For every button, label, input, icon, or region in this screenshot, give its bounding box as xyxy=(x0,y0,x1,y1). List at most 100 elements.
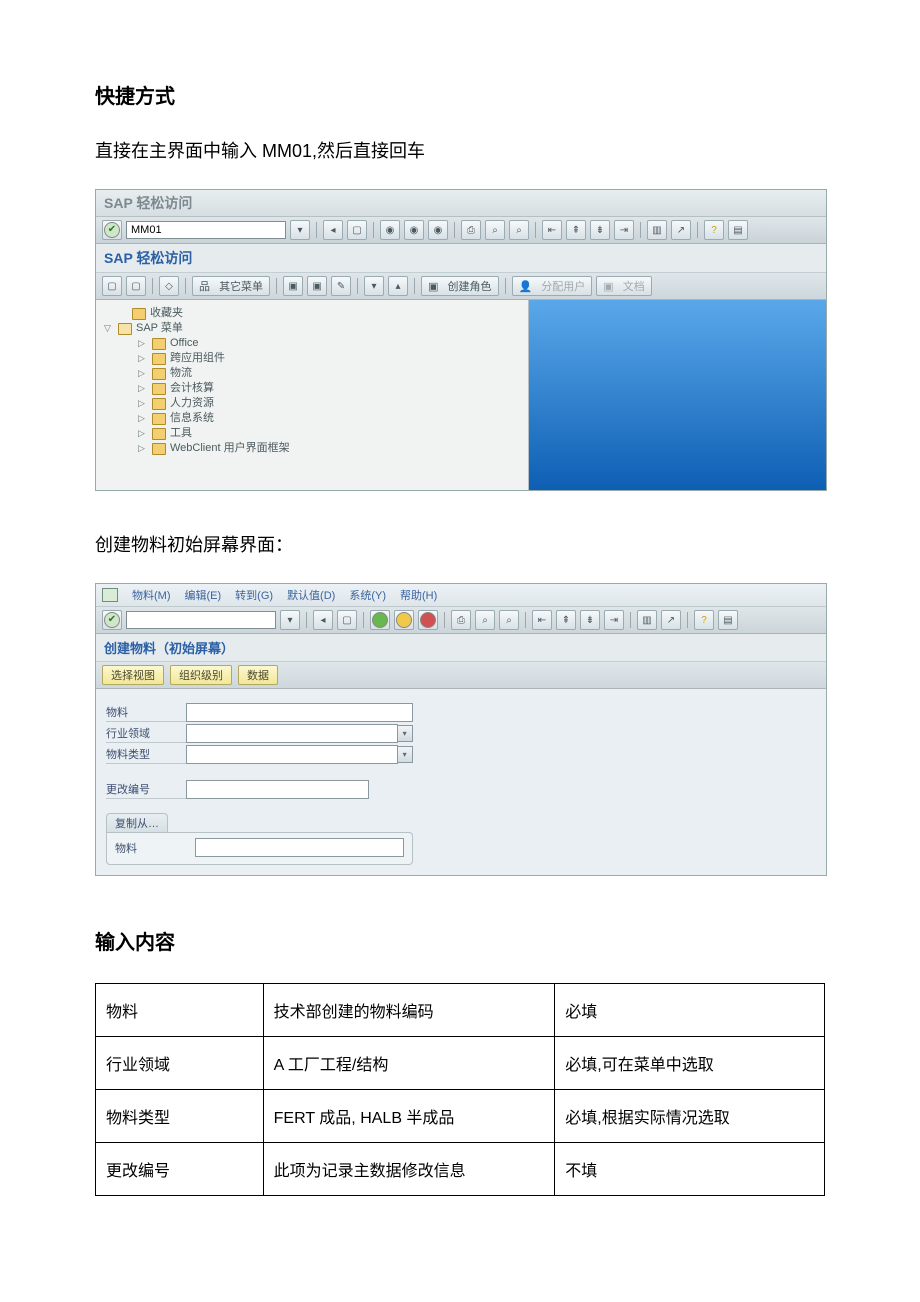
first-page-icon[interactable]: ⇤ xyxy=(542,220,562,240)
heading-shortcut: 快捷方式 xyxy=(95,80,825,109)
tree-label: 跨应用组件 xyxy=(170,351,225,366)
sap-easy-access-screenshot: SAP 轻松访问 ✔ ▾ ◂ ▢ ◉ ◉ ◉ ⎙ ⌕ ⌕ ⇤ ⇞ ⇟ ⇥ ▥ ↗… xyxy=(95,189,827,491)
menu-edit[interactable]: 编辑(E) xyxy=(185,587,222,603)
tree-item[interactable]: ▷工具 xyxy=(104,426,520,441)
menu-material[interactable]: 物料(M) xyxy=(132,587,171,603)
tree-item[interactable]: ▷Office xyxy=(104,336,520,351)
last-page-icon[interactable]: ⇥ xyxy=(614,220,634,240)
cell-value: FERT 成品, HALB 半成品 xyxy=(263,1090,555,1143)
dropdown-icon[interactable]: ▾ xyxy=(280,610,300,630)
workspace-background xyxy=(529,300,826,490)
system-menu-icon[interactable] xyxy=(102,588,118,602)
heading-create-material: 创建物料初始屏幕界面： xyxy=(95,531,825,557)
find-icon[interactable]: ⌕ xyxy=(475,610,495,630)
tb-up-icon[interactable]: ▴ xyxy=(388,276,408,296)
cancel-icon[interactable]: ◉ xyxy=(404,220,424,240)
tree-item[interactable]: ▷会计核算 xyxy=(104,381,520,396)
dropdown-icon[interactable]: ▾ xyxy=(290,220,310,240)
initial-form: 物料 行业领域 ▾ 物料类型 ▾ 更改编号 复制从… 物料 xyxy=(96,689,423,875)
menu-help[interactable]: 帮助(H) xyxy=(400,587,437,603)
layout-icon[interactable]: ▤ xyxy=(728,220,748,240)
find-next-icon[interactable]: ⌕ xyxy=(499,610,519,630)
cell-value: A 工厂工程/结构 xyxy=(263,1037,555,1090)
input-content-table: 物料 技术部创建的物料编码 必填 行业领域 A 工厂工程/结构 必填,可在菜单中… xyxy=(95,983,825,1196)
prev-page-icon[interactable]: ⇞ xyxy=(556,610,576,630)
next-page-icon[interactable]: ⇟ xyxy=(590,220,610,240)
new-session-icon[interactable]: ▥ xyxy=(647,220,667,240)
nav-red-icon[interactable] xyxy=(418,610,438,630)
tree-sap-menu[interactable]: ▽ SAP 菜单 xyxy=(104,321,520,336)
tb-icon-6[interactable]: ✎ xyxy=(331,276,351,296)
tree-item[interactable]: ▷WebClient 用户界面框架 xyxy=(104,441,520,456)
menu-defaults[interactable]: 默认值(D) xyxy=(287,587,335,603)
tb-icon-4[interactable]: ▣ xyxy=(283,276,303,296)
tb-icon-1[interactable]: ▢ xyxy=(102,276,122,296)
shortcut-icon[interactable]: ↗ xyxy=(671,220,691,240)
create-role-button[interactable]: ▣ 创建角色 xyxy=(421,276,498,296)
tb-icon-5[interactable]: ▣ xyxy=(307,276,327,296)
shortcut-icon[interactable]: ↗ xyxy=(661,610,681,630)
cell-field: 物料类型 xyxy=(96,1090,264,1143)
tree-label: WebClient 用户界面框架 xyxy=(170,441,290,456)
cancel2-icon[interactable]: ◉ xyxy=(428,220,448,240)
menu-goto[interactable]: 转到(G) xyxy=(235,587,273,603)
input-copy-material[interactable] xyxy=(195,838,404,857)
prev-page-icon[interactable]: ⇞ xyxy=(566,220,586,240)
tree-favorites[interactable]: 收藏夹 xyxy=(104,306,520,321)
tree-item[interactable]: ▷信息系统 xyxy=(104,411,520,426)
tree-label: Office xyxy=(170,336,199,351)
tb-icon-2[interactable]: ▢ xyxy=(126,276,146,296)
exit-icon[interactable]: ◉ xyxy=(380,220,400,240)
label-material-type: 物料类型 xyxy=(106,745,186,764)
window-title: SAP 轻松访问 xyxy=(96,190,826,217)
navigation-tree[interactable]: 收藏夹 ▽ SAP 菜单 ▷Office ▷跨应用组件 ▷物流 ▷会计核算 ▷人… xyxy=(96,300,529,490)
tree-item[interactable]: ▷跨应用组件 xyxy=(104,351,520,366)
tree-item[interactable]: ▷人力资源 xyxy=(104,396,520,411)
org-level-button[interactable]: 组织级别 xyxy=(170,665,232,685)
input-change-no[interactable] xyxy=(186,780,369,799)
find-icon[interactable]: ⌕ xyxy=(485,220,505,240)
input-material[interactable] xyxy=(186,703,413,722)
table-row: 物料 技术部创建的物料编码 必填 xyxy=(96,984,825,1037)
other-menu-button[interactable]: 品 其它菜单 xyxy=(192,276,270,296)
dropdown-industry-icon[interactable]: ▾ xyxy=(397,725,413,742)
enter-button[interactable]: ✔ xyxy=(102,610,122,630)
app-toolbar: 选择视图 组织级别 数据 xyxy=(96,662,826,689)
doc-button[interactable]: ▣ 文档 xyxy=(596,276,651,296)
command-bar: ✔ ▾ ◂ ▢ ⎙ ⌕ ⌕ ⇤ ⇞ ⇟ ⇥ ▥ ↗ ? ▤ xyxy=(96,607,826,634)
select-view-button[interactable]: 选择视图 xyxy=(102,665,164,685)
tree-label: 工具 xyxy=(170,426,192,441)
new-session-icon[interactable]: ▥ xyxy=(637,610,657,630)
tb-icon-3[interactable]: ◇ xyxy=(159,276,179,296)
help-icon[interactable]: ? xyxy=(704,220,724,240)
data-button[interactable]: 数据 xyxy=(238,665,278,685)
save-icon[interactable]: ▢ xyxy=(347,220,367,240)
print-icon[interactable]: ⎙ xyxy=(451,610,471,630)
save-icon[interactable]: ▢ xyxy=(337,610,357,630)
transaction-code-input[interactable] xyxy=(126,611,276,629)
find-next-icon[interactable]: ⌕ xyxy=(509,220,529,240)
layout-icon[interactable]: ▤ xyxy=(718,610,738,630)
nav-green-icon[interactable] xyxy=(370,610,390,630)
dropdown-material-type-icon[interactable]: ▾ xyxy=(397,746,413,763)
first-page-icon[interactable]: ⇤ xyxy=(532,610,552,630)
menu-system[interactable]: 系统(Y) xyxy=(349,587,386,603)
print-icon[interactable]: ⎙ xyxy=(461,220,481,240)
input-industry[interactable] xyxy=(186,724,398,743)
cell-value: 技术部创建的物料编码 xyxy=(263,984,555,1037)
help-icon[interactable]: ? xyxy=(694,610,714,630)
input-material-type[interactable] xyxy=(186,745,398,764)
app-title: SAP 轻松访问 xyxy=(96,244,826,273)
back-icon[interactable]: ◂ xyxy=(313,610,333,630)
heading-input-content: 输入内容 xyxy=(95,926,825,955)
last-page-icon[interactable]: ⇥ xyxy=(604,610,624,630)
tree-item[interactable]: ▷物流 xyxy=(104,366,520,381)
transaction-code-input[interactable] xyxy=(126,221,286,239)
next-page-icon[interactable]: ⇟ xyxy=(580,610,600,630)
cell-value: 此项为记录主数据修改信息 xyxy=(263,1143,555,1196)
back-icon[interactable]: ◂ xyxy=(323,220,343,240)
tb-down-icon[interactable]: ▾ xyxy=(364,276,384,296)
enter-button[interactable]: ✔ xyxy=(102,220,122,240)
assign-user-button[interactable]: 👤 分配用户 xyxy=(512,276,593,296)
nav-yellow-icon[interactable] xyxy=(394,610,414,630)
